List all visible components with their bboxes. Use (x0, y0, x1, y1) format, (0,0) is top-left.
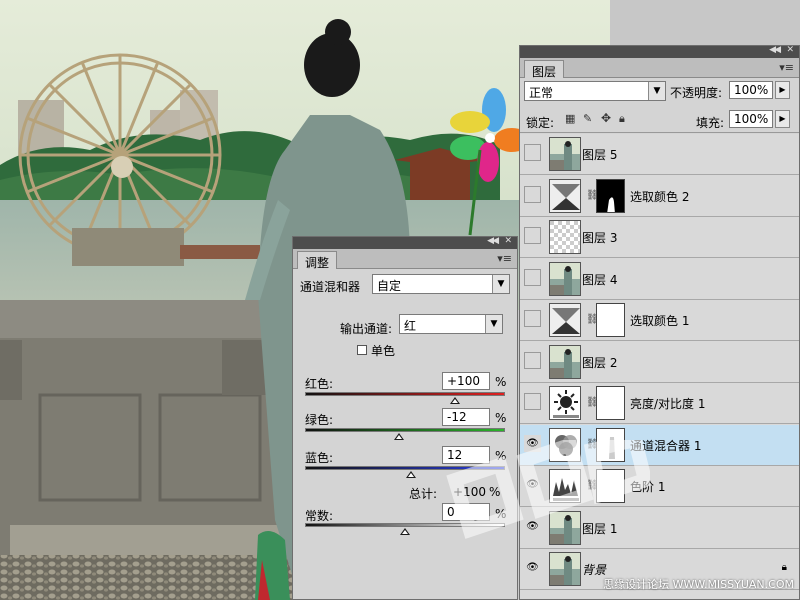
layer-name: 图层 5 (582, 148, 618, 162)
layer-name: 选取颜色 1 (630, 314, 690, 328)
selective-color-adjustment-icon[interactable] (549, 303, 581, 337)
layer-mask-thumbnail[interactable] (596, 386, 625, 420)
opacity-field[interactable]: 100% (729, 81, 773, 99)
layer-mask-thumbnail[interactable] (596, 178, 625, 213)
layer-row[interactable]: 图层 3 (520, 217, 799, 258)
layers-panel-header[interactable]: ◀◀ ✕ (520, 45, 799, 58)
lock-all-icon[interactable]: 🔒︎ (619, 112, 625, 126)
layer-row[interactable]: 图层 5 (520, 134, 799, 175)
workspace-background (610, 0, 800, 45)
close-icon[interactable]: ✕ (504, 236, 512, 246)
output-channel-select[interactable]: 红 ▼ (399, 314, 503, 334)
monochrome-checkbox[interactable] (357, 345, 367, 355)
panel-menu-icon[interactable]: ▾≡ (497, 252, 512, 265)
lock-move-icon[interactable]: ✥ (601, 111, 611, 125)
green-slider-track[interactable] (305, 428, 505, 432)
layer-name: 图层 2 (582, 355, 618, 370)
lock-brush-icon[interactable]: ✎ (583, 112, 592, 125)
constant-slider-thumb[interactable] (400, 528, 410, 535)
layer-row[interactable]: ⛓ 亮度/对比度 1 (520, 383, 799, 424)
layer-mask-thumbnail[interactable] (596, 303, 625, 337)
total-label: 总计: (409, 487, 438, 501)
preset-value: 自定 (377, 279, 402, 293)
panel-menu-icon[interactable]: ▾≡ (779, 61, 794, 74)
layer-row[interactable]: 图层 2 (520, 341, 799, 383)
visibility-toggle[interactable] (524, 268, 541, 286)
green-label: 绿色: (305, 413, 334, 427)
visibility-toggle[interactable] (524, 393, 541, 410)
watermark-logo (446, 440, 650, 539)
layer-row[interactable]: ⛓ 选取颜色 1 (520, 300, 799, 341)
visibility-toggle[interactable] (524, 351, 541, 369)
brightness-adjustment-icon[interactable] (549, 386, 581, 420)
layer-name: 图层 3 (582, 231, 618, 245)
chevron-down-icon[interactable]: ▼ (485, 315, 502, 333)
layer-thumbnail[interactable] (549, 261, 581, 296)
blend-mode-value: 正常 (529, 86, 554, 100)
tab-layers[interactable]: 图层 (524, 60, 565, 79)
layer-row[interactable]: 图层 4 (520, 258, 799, 300)
layers-tabbar: 图层 ▾≡ (520, 58, 799, 79)
adjustments-panel-header[interactable]: ◀◀ ✕ (293, 236, 517, 249)
visibility-toggle[interactable] (524, 227, 541, 244)
red-label: 红色: (305, 377, 334, 391)
tab-adjustments[interactable]: 调整 (297, 251, 338, 270)
red-unit: % (495, 375, 507, 389)
fill-field[interactable]: 100% (729, 110, 773, 128)
visibility-toggle[interactable] (524, 185, 541, 203)
selective-color-adjustment-icon[interactable] (549, 178, 581, 213)
visibility-toggle[interactable] (524, 310, 541, 327)
layer-name: 选取颜色 2 (630, 189, 690, 204)
close-icon[interactable]: ✕ (786, 45, 794, 55)
red-slider-track[interactable] (305, 392, 505, 396)
footer-credit: 思缘设计论坛 WWW.MISSYUAN.COM (603, 578, 794, 591)
layer-thumbnail[interactable] (549, 137, 581, 171)
adjustments-tabbar: 调整 ▾≡ (293, 249, 517, 270)
layer-thumbnail[interactable] (549, 220, 581, 254)
constant-label: 常数: (305, 509, 334, 523)
blend-mode-select[interactable]: 正常 ▼ (524, 81, 666, 101)
layer-thumbnail[interactable] (549, 344, 581, 379)
monochrome-label: 单色 (371, 344, 396, 358)
opacity-label: 不透明度: (670, 86, 723, 100)
green-slider-thumb[interactable] (394, 433, 404, 440)
red-slider-thumb[interactable] (450, 397, 460, 404)
chevron-down-icon[interactable]: ▼ (492, 275, 509, 293)
lock-icon: 🔒︎ (781, 562, 787, 573)
output-channel-label: 输出通道: (340, 322, 393, 336)
lock-label: 锁定: (526, 116, 555, 130)
blue-label: 蓝色: (305, 451, 334, 465)
green-value-field[interactable]: -12 (442, 408, 490, 426)
layer-row[interactable]: ⛓ 选取颜色 2 (520, 175, 799, 217)
collapse-icon[interactable]: ◀◀ (487, 236, 499, 246)
lock-transparent-icon[interactable]: ▦ (565, 112, 575, 125)
fill-flyout-icon[interactable]: ▶ (775, 110, 790, 128)
red-value-field[interactable]: +100 (442, 372, 490, 390)
visibility-toggle[interactable] (524, 144, 541, 161)
layer-name: 亮度/对比度 1 (630, 397, 706, 411)
divider (520, 132, 799, 133)
collapse-icon[interactable]: ◀◀ (769, 45, 781, 55)
chevron-down-icon[interactable]: ▼ (648, 82, 665, 100)
opacity-flyout-icon[interactable]: ▶ (775, 81, 790, 99)
channel-mixer-title: 通道混和器 (300, 280, 361, 294)
blue-slider-thumb[interactable] (406, 471, 416, 478)
output-channel-value: 红 (404, 319, 417, 333)
layer-name: 图层 4 (582, 272, 618, 287)
green-unit: % (495, 411, 507, 425)
preset-select[interactable]: 自定 ▼ (372, 274, 510, 294)
fill-label: 填充: (696, 116, 725, 130)
